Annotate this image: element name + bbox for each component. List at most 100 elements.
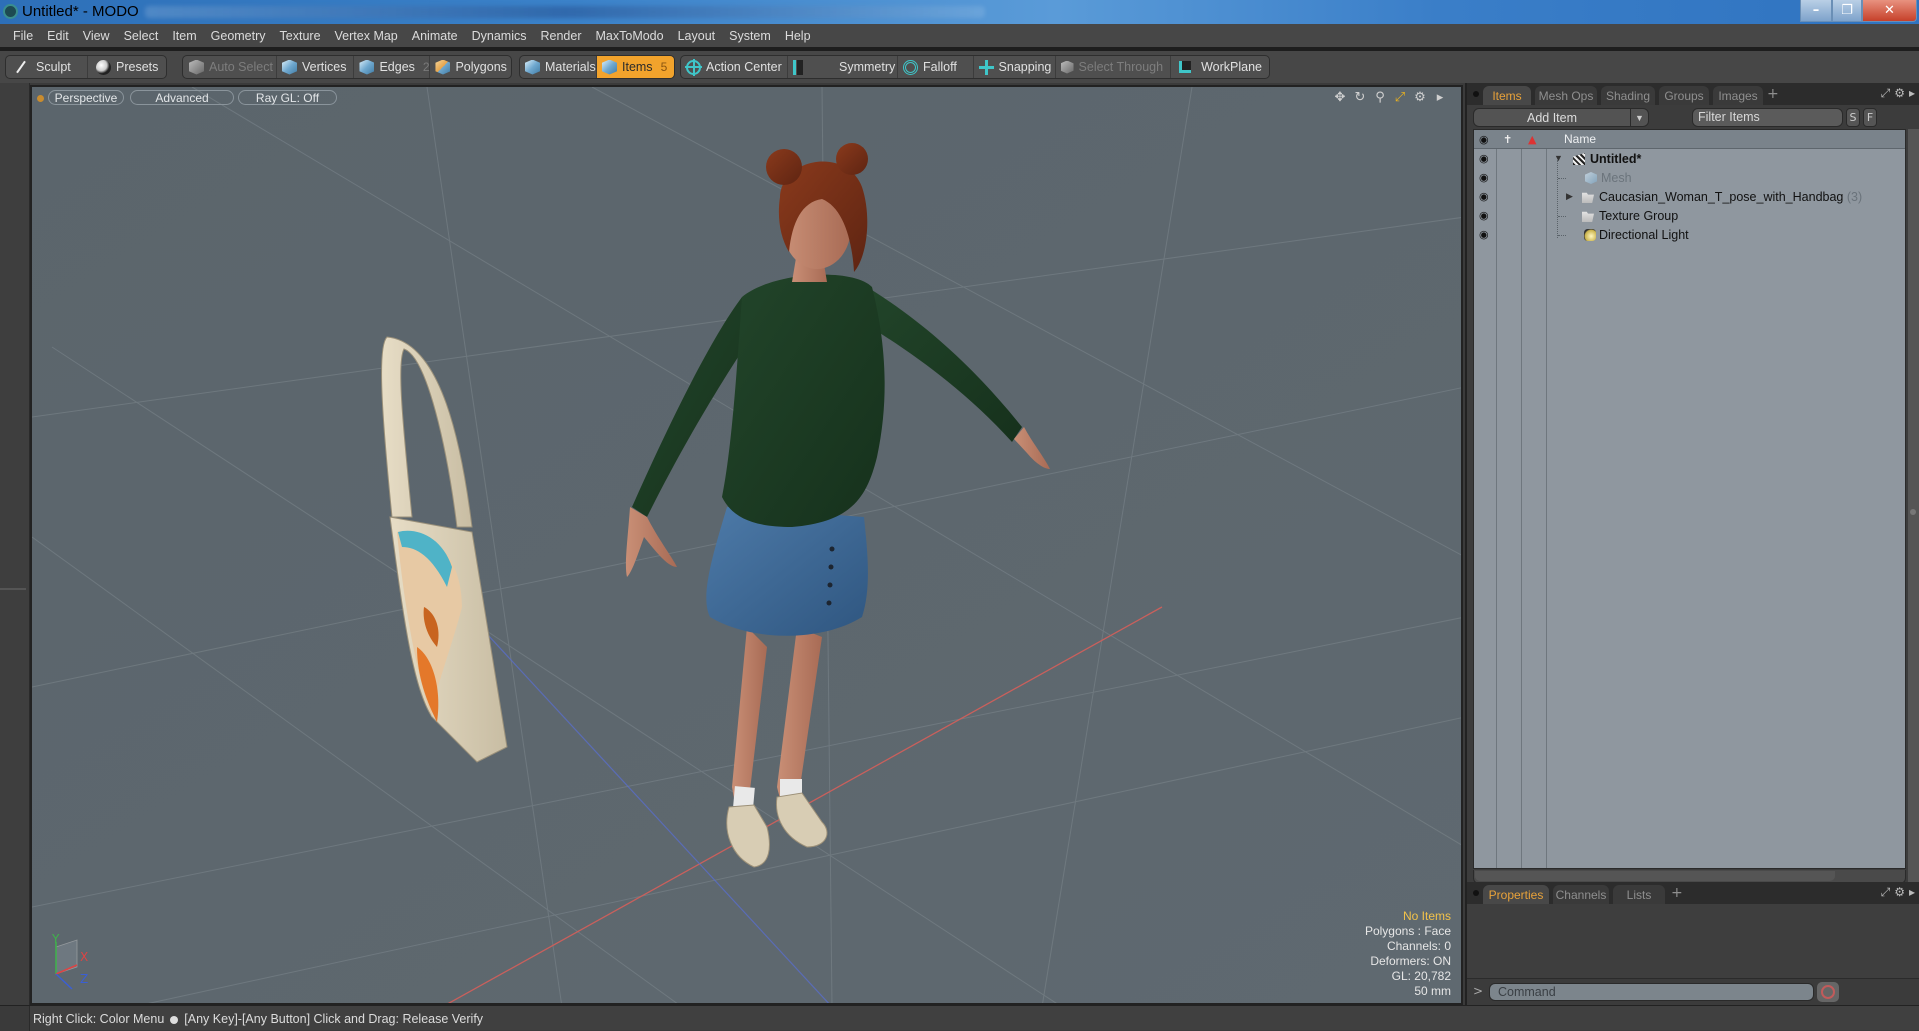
visibility-eye-icon[interactable]: ◉ (1479, 209, 1493, 222)
axis-column-icon[interactable]: ▲ (1528, 133, 1536, 146)
panel-menu-dot[interactable] (1473, 890, 1479, 896)
visibility-eye-icon[interactable]: ◉ (1479, 190, 1493, 203)
tab-items[interactable]: Items (1483, 86, 1531, 105)
tab-shading[interactable]: Shading (1601, 86, 1655, 105)
visibility-eye-icon[interactable]: ◉ (1479, 228, 1493, 241)
menu-item[interactable]: Item (165, 29, 203, 43)
tree-row-texture-group[interactable]: ◉ Texture Group (1474, 207, 1905, 226)
scrollbar-thumb[interactable] (1475, 871, 1835, 881)
view-type-dropdown[interactable]: Perspective (48, 90, 124, 105)
menu-view[interactable]: View (76, 29, 117, 43)
status-text: Right Click: Color Menu [Any Key]-[Any Bu… (33, 1012, 483, 1026)
scene-canvas[interactable] (32, 87, 1463, 1005)
menu-file[interactable]: File (6, 29, 40, 43)
expand-arrow-icon[interactable]: ▶ (1566, 191, 1573, 202)
rotate-view-icon[interactable]: ↻ (1353, 90, 1367, 105)
action-center-button[interactable]: Action Center (681, 56, 788, 78)
edges-button[interactable]: Edges 2 (354, 56, 431, 78)
falloff-button[interactable]: Falloff (898, 56, 974, 78)
name-column-header[interactable]: Name (1564, 132, 1596, 146)
menu-texture[interactable]: Texture (273, 29, 328, 43)
menu-layout[interactable]: Layout (671, 29, 723, 43)
add-tab-icon[interactable]: + (1671, 885, 1683, 901)
menu-maxtomodo[interactable]: MaxToModo (589, 29, 671, 43)
vertices-button[interactable]: Vertices (277, 56, 355, 78)
panel-menu-dot[interactable] (1473, 91, 1479, 97)
symmetry-label: Symmetry (839, 60, 896, 74)
workplane-button[interactable]: WorkPlane (1171, 56, 1269, 78)
tab-properties[interactable]: Properties (1483, 885, 1549, 904)
deformers-info: Deformers: ON (1370, 954, 1451, 968)
menu-edit[interactable]: Edit (40, 29, 76, 43)
visibility-eye-icon[interactable]: ◉ (1479, 171, 1493, 184)
menu-dynamics[interactable]: Dynamics (465, 29, 534, 43)
expand-arrow-icon[interactable]: ▼ (1554, 153, 1563, 163)
snapping-button[interactable]: Snapping (974, 56, 1056, 78)
expand-panel-icon[interactable]: ⤢ (1881, 86, 1891, 101)
presets-button[interactable]: Presets (88, 56, 165, 78)
tree-row-untitled[interactable]: ◉ ▼ Untitled* (1474, 150, 1905, 169)
viewport-menu-dot[interactable] (37, 95, 44, 102)
select-through-button[interactable]: Select Through (1056, 56, 1172, 78)
polygons-button[interactable]: Polygons (430, 56, 511, 78)
play-arrow-icon[interactable]: ▸ (1433, 90, 1447, 105)
tab-channels[interactable]: Channels (1553, 885, 1609, 904)
selection-mode-group: Auto Select Vertices Edges 2 Polygons (182, 55, 512, 79)
command-input[interactable]: Command (1489, 983, 1814, 1001)
materials-button[interactable]: Materials (520, 56, 597, 78)
record-macro-button[interactable] (1817, 982, 1839, 1002)
light-icon (1584, 229, 1596, 241)
polygons-info: Polygons : Face (1364, 924, 1451, 938)
lock-column-icon[interactable]: ✝ (1503, 133, 1512, 146)
add-item-dropdown[interactable]: Add Item ▼ (1473, 108, 1649, 127)
expand-panel-icon[interactable]: ⤢ (1881, 885, 1891, 900)
sculpt-button[interactable]: Sculpt (6, 56, 88, 78)
maximize-view-icon[interactable]: ⤢ (1393, 90, 1407, 105)
raygl-toggle[interactable]: Ray GL: Off (238, 90, 337, 105)
add-tab-icon[interactable]: + (1767, 86, 1779, 102)
item-label: Texture Group (1599, 209, 1679, 223)
tab-lists[interactable]: Lists (1613, 885, 1665, 904)
scrollbar-knob[interactable] (1910, 509, 1916, 515)
s-button[interactable]: S (1846, 108, 1860, 127)
shading-dropdown[interactable]: Advanced (130, 90, 234, 105)
items-button[interactable]: Items 5 (597, 56, 674, 78)
tree-row-caucasian-woman[interactable]: ◉ ▶ Caucasian_Woman_T_pose_with_Handbag … (1474, 188, 1905, 207)
filter-items-input[interactable]: Filter Items (1692, 108, 1843, 127)
visibility-column-icon[interactable]: ◉ (1479, 133, 1489, 146)
panel-arrow-icon[interactable]: ▸ (1909, 86, 1915, 101)
falloff-icon (903, 59, 918, 75)
zoom-view-icon[interactable]: ⚲ (1373, 90, 1387, 105)
tree-row-directional-light[interactable]: ◉ Directional Light (1474, 226, 1905, 245)
menu-animate[interactable]: Animate (405, 29, 465, 43)
minimize-icon: – (1812, 3, 1820, 18)
item-name: Caucasian_Woman_T_pose_with_Handbag (1599, 190, 1844, 204)
select-through-icon (1060, 60, 1074, 74)
menu-system[interactable]: System (722, 29, 778, 43)
gear-icon[interactable]: ⚙ (1413, 90, 1427, 105)
3d-viewport[interactable]: Perspective Advanced Ray GL: Off ✥ ↻ ⚲ ⤢… (30, 85, 1463, 1005)
tab-mesh-ops[interactable]: Mesh Ops (1535, 86, 1597, 105)
menu-select[interactable]: Select (117, 29, 166, 43)
close-button[interactable]: ✕ (1862, 0, 1917, 22)
menu-vertex-map[interactable]: Vertex Map (328, 29, 405, 43)
tab-groups[interactable]: Groups (1659, 86, 1709, 105)
maximize-button[interactable]: ❐ (1832, 0, 1862, 22)
symmetry-button[interactable]: Symmetry (788, 56, 898, 78)
tree-vertical-scrollbar[interactable] (1908, 129, 1919, 884)
move-view-icon[interactable]: ✥ (1333, 90, 1347, 105)
restore-icon: ❐ (1841, 3, 1853, 18)
visibility-eye-icon[interactable]: ◉ (1479, 152, 1493, 165)
f-button[interactable]: F (1863, 108, 1877, 127)
menu-help[interactable]: Help (778, 29, 818, 43)
item-label: Mesh (1601, 171, 1632, 185)
auto-select-button[interactable]: Auto Select (183, 56, 277, 78)
gear-icon[interactable]: ⚙ (1894, 885, 1905, 900)
panel-arrow-icon[interactable]: ▸ (1909, 885, 1915, 900)
tree-row-mesh[interactable]: ◉ Mesh (1474, 169, 1905, 188)
tab-images[interactable]: Images (1713, 86, 1763, 105)
minimize-button[interactable]: – (1800, 0, 1832, 22)
menu-render[interactable]: Render (534, 29, 589, 43)
gear-icon[interactable]: ⚙ (1894, 86, 1905, 101)
menu-geometry[interactable]: Geometry (204, 29, 273, 43)
